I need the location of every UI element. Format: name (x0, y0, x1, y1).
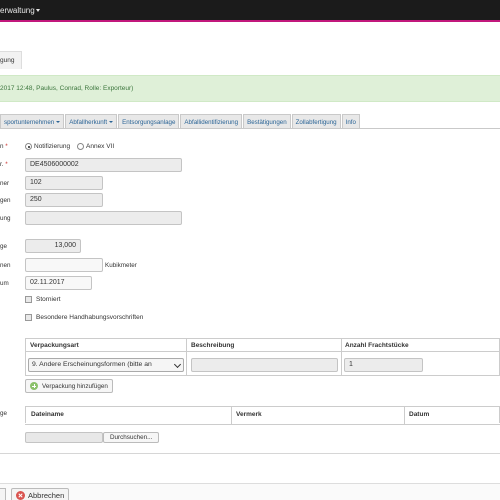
tab-transportunternehmen[interactable]: sportunternehmen (0, 114, 65, 129)
anzahl-frachtstuecke-field[interactable]: 1 (344, 358, 423, 372)
tab-bestaetigungen[interactable]: Bestätigungen (243, 114, 291, 129)
top-navbar: erwaltung (0, 0, 500, 22)
packaging-col-divider (341, 338, 342, 376)
tab-abfallherkunft[interactable]: Abfallherkunft (65, 114, 118, 129)
tab-abfallidentifizierung[interactable]: Abfallidentifizierung (180, 114, 243, 129)
page-tab-label: gung (0, 57, 15, 64)
attachments-header-divider (25, 424, 500, 425)
nr-label: r. * (0, 161, 8, 168)
chevron-down-icon (173, 360, 182, 369)
col-header-vermerk: Vermerk (236, 411, 262, 418)
anzahl-label: gen (0, 197, 11, 204)
browse-label: Durchsuchen... (110, 434, 153, 441)
packaging-col-divider (186, 338, 187, 376)
tab-divider (0, 128, 500, 129)
besondere-checkbox[interactable]: Besondere Handhabungsvorschriften (25, 314, 143, 321)
attachments-col-divider (404, 406, 405, 424)
tab-label: Info (345, 119, 356, 126)
caret-down-icon (56, 121, 61, 124)
tab-label: Entsorgungsanlage (122, 119, 176, 126)
tab-entsorgungsanlage[interactable]: Entsorgungsanlage (118, 114, 180, 129)
admin-menu-label: erwaltung (0, 6, 35, 15)
volumen-label: nen (0, 262, 11, 269)
datum-field[interactable]: 02.11.2017 (25, 276, 92, 290)
tab-label: Abfallidentifizierung (184, 119, 239, 126)
attachments-label: ge (0, 410, 8, 417)
cancel-label: Abbrechen (28, 490, 65, 500)
radio-notifizierung[interactable]: Notifizierung (25, 143, 70, 150)
col-header-datum: Datum (409, 411, 430, 418)
volumen-field[interactable] (25, 258, 103, 272)
datum-label: um (0, 280, 9, 287)
footer-left-button[interactable] (0, 488, 6, 500)
nummer-field[interactable]: 102 (25, 176, 103, 190)
tab-zollabfertigung[interactable]: Zollabfertigung (291, 114, 341, 129)
section-tabs: sportunternehmen Abfallherkunft Entsorgu… (0, 114, 361, 129)
storniert-label: Storniert (36, 296, 61, 303)
storniert-checkbox[interactable]: Storniert (25, 296, 61, 303)
col-header-dateiname: Dateiname (31, 411, 64, 418)
radio-selected-icon (25, 143, 32, 150)
status-alert: 2017 12:48, Paulus, Conrad, Rolle: Expor… (0, 75, 500, 102)
besondere-label: Besondere Handhabungsvorschriften (36, 314, 144, 321)
checkbox-icon (25, 296, 32, 303)
attachments-col-divider (231, 406, 232, 424)
plus-icon (30, 382, 38, 390)
caret-down-icon (35, 9, 40, 13)
page-tab[interactable]: gung (0, 51, 22, 69)
verpackungsart-select[interactable]: 9. Andere Erscheinungsformen (bitte an (28, 358, 184, 372)
bezeichnung-label: ung (0, 215, 11, 222)
radio-notifizierung-label: Notifizierung (34, 143, 71, 150)
section-divider (0, 453, 500, 454)
tab-label: Abfallherkunft (69, 119, 108, 126)
add-packaging-label: Verpackung hinzufügen (42, 382, 108, 390)
bezeichnung-field[interactable] (25, 211, 182, 225)
nr-field[interactable]: DE4506000002 (25, 158, 182, 172)
menge-label: ge (0, 243, 8, 250)
checkbox-icon (25, 314, 32, 321)
tab-label: sportunternehmen (4, 119, 55, 126)
radio-unselected-icon (77, 143, 84, 150)
type-label: n * (0, 143, 8, 150)
radio-annex-vii[interactable]: Annex VII (77, 143, 114, 150)
col-header-anzahl: Anzahl Frachtstücke (345, 342, 409, 349)
menge-field[interactable]: 13,000 (25, 239, 81, 253)
tab-label: Bestätigungen (247, 119, 287, 126)
admin-menu[interactable]: erwaltung (0, 6, 40, 15)
caret-down-icon (109, 121, 114, 124)
tab-label: Zollabfertigung (295, 119, 337, 126)
nummer-label: ner (0, 180, 10, 187)
volumen-unit: Kubikmeter (105, 262, 137, 269)
radio-annex-label: Annex VII (86, 143, 115, 150)
footer-bar (0, 483, 500, 500)
col-header-beschreibung: Beschreibung (191, 342, 235, 349)
col-header-verpackungsart: Verpackungsart (30, 342, 79, 349)
browse-button[interactable]: Durchsuchen... (103, 432, 160, 443)
verpackungsart-value: 9. Andere Erscheinungsformen (bitte an (32, 361, 152, 368)
packaging-header-divider (25, 351, 500, 352)
anzahl-field[interactable]: 250 (25, 193, 103, 207)
add-packaging-button[interactable]: Verpackung hinzufügen (25, 379, 113, 393)
file-path-field[interactable] (25, 432, 103, 443)
beschreibung-field[interactable] (191, 358, 338, 372)
status-alert-text: 2017 12:48, Paulus, Conrad, Rolle: Expor… (0, 85, 134, 92)
tab-info[interactable]: Info (341, 114, 360, 129)
cancel-button[interactable]: Abbrechen (11, 488, 70, 500)
close-icon (16, 490, 25, 500)
